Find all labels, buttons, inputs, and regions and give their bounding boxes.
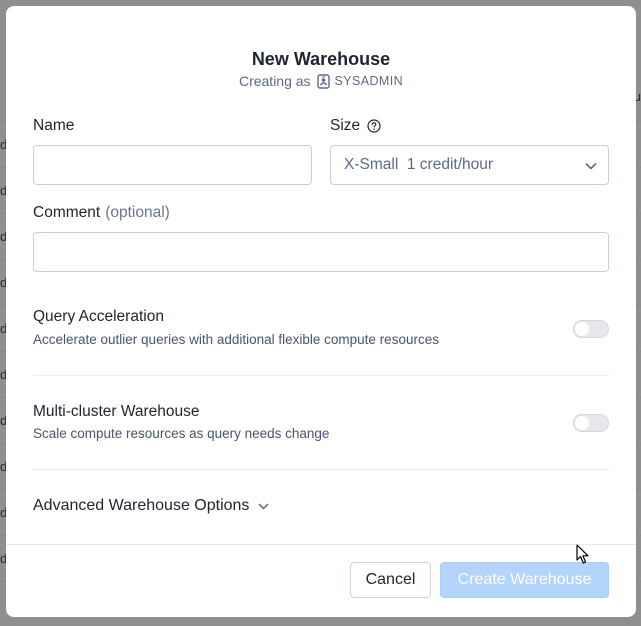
multi-cluster-title: Multi-cluster Warehouse [33,403,200,420]
advanced-options-toggle[interactable]: Advanced Warehouse Options [33,497,270,515]
advanced-options-label: Advanced Warehouse Options [33,497,250,514]
section-divider [33,375,609,376]
optional-hint: (optional) [105,204,170,221]
size-select[interactable]: X-Small 1 credit/hour [330,145,609,185]
query-acceleration-description: Accelerate outlier queries with addition… [33,332,439,347]
comment-label-text: Comment [33,204,101,221]
dialog-subtitle: Creating as SYSADMIN [6,73,636,89]
name-label-text: Name [33,117,75,134]
query-acceleration-title: Query Acceleration [33,308,164,325]
size-selected-value: X-Small 1 credit/hour [344,156,494,173]
name-label: Name [33,117,74,135]
comment-label: Comment (optional) [33,204,170,222]
current-role: SYSADMIN [334,74,404,88]
mouse-cursor-icon [576,544,590,570]
toggle-knob [575,322,589,336]
name-input[interactable] [33,145,312,185]
dialog-title: New Warehouse [251,49,391,69]
new-warehouse-dialog: New Warehouse Creating as SYSADMIN Name … [6,6,636,617]
chevron-down-icon [257,500,270,513]
creating-as-label: Creating as [238,73,311,89]
section-divider [33,469,609,470]
multi-cluster-description: Scale compute resources as query needs c… [33,426,330,441]
toggle-knob [575,416,589,430]
help-circle-icon[interactable] [367,119,381,133]
multi-cluster-toggle[interactable] [573,414,609,432]
footer-divider [6,544,636,545]
user-badge-icon [316,73,330,89]
cancel-button[interactable]: Cancel [350,562,431,598]
size-label-text: Size [330,117,361,134]
chevron-down-icon [584,159,598,173]
comment-input[interactable] [33,232,609,272]
query-acceleration-toggle[interactable] [573,320,609,338]
size-label: Size [330,117,381,135]
